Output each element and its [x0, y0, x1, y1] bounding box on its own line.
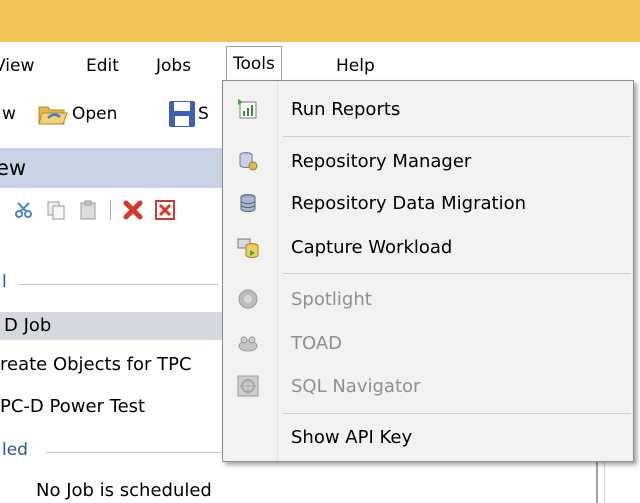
list-item[interactable]: reate Objects for TPC [0, 352, 192, 378]
cut-icon[interactable] [14, 200, 34, 220]
menu-item-label: TOAD [291, 332, 343, 354]
menu-item-label: Capture Workload [291, 236, 453, 258]
open-folder-icon [38, 102, 68, 126]
menu-item-label: Show API Key [291, 426, 413, 448]
sql-navigator-icon [237, 375, 259, 397]
save-button-label: S [198, 104, 209, 124]
new-button-label: w [2, 104, 16, 124]
menu-jobs[interactable]: Jobs [150, 52, 197, 80]
group-label-scheduled: led [2, 440, 28, 460]
save-disk-icon [168, 100, 196, 128]
delete-all-icon[interactable] [155, 200, 175, 220]
menu-help[interactable]: Help [330, 52, 381, 80]
menu-item-capture-workload[interactable]: Capture Workload [223, 225, 633, 269]
empty-schedule-text: No Job is scheduled [36, 480, 212, 501]
menu-item-repository-data-migration[interactable]: Repository Data Migration [223, 181, 633, 225]
database-migration-icon [237, 192, 259, 214]
menu-view[interactable]: View [0, 52, 40, 80]
copy-icon[interactable] [46, 200, 66, 220]
open-button[interactable]: Open [38, 100, 117, 128]
group-divider [46, 452, 226, 453]
group-label-jobs: l [2, 272, 7, 292]
toolbar-separator [110, 200, 111, 220]
save-button[interactable]: S [168, 100, 209, 128]
menu-item-show-api-key[interactable]: Show API Key [223, 415, 633, 459]
tools-menu: Run Reports Repository Manager Repositor… [222, 80, 634, 462]
list-item-label: PC-D Power Test [0, 396, 146, 417]
delete-icon[interactable] [123, 200, 143, 220]
capture-workload-icon [237, 236, 259, 258]
repository-manager-icon [237, 150, 259, 172]
menu-separator [283, 273, 631, 274]
group-divider [18, 284, 218, 285]
spotlight-icon [237, 288, 259, 310]
menu-item-label: Repository Manager [291, 150, 472, 172]
menu-item-repository-manager[interactable]: Repository Manager [223, 139, 633, 183]
menu-item-label: Run Reports [291, 98, 401, 120]
menu-item-label: Repository Data Migration [291, 192, 527, 214]
title-bar [0, 0, 640, 42]
open-button-label: Open [72, 104, 118, 124]
menu-item-run-reports[interactable]: Run Reports [223, 87, 633, 131]
run-reports-icon [237, 98, 259, 120]
menu-item-label: Spotlight [291, 288, 372, 310]
list-item-label: reate Objects for TPC [0, 354, 192, 375]
paste-icon[interactable] [78, 200, 98, 220]
menu-item-sql-navigator[interactable]: SQL Navigator [223, 364, 633, 408]
menu-separator [283, 413, 631, 414]
list-item-label: D Job [4, 315, 52, 336]
menu-separator [283, 136, 631, 137]
menu-edit[interactable]: Edit [80, 52, 125, 80]
menu-item-toad[interactable]: TOAD [223, 321, 633, 365]
menu-item-spotlight[interactable]: Spotlight [223, 277, 633, 321]
list-item[interactable]: PC-D Power Test [0, 394, 145, 420]
panel-title-text: ew [0, 156, 27, 180]
toad-icon [237, 332, 259, 354]
menu-tools[interactable]: Tools [226, 46, 282, 81]
list-item-selected[interactable]: D Job [0, 312, 222, 340]
new-button[interactable]: w [2, 100, 16, 128]
menu-item-label: SQL Navigator [291, 375, 421, 397]
